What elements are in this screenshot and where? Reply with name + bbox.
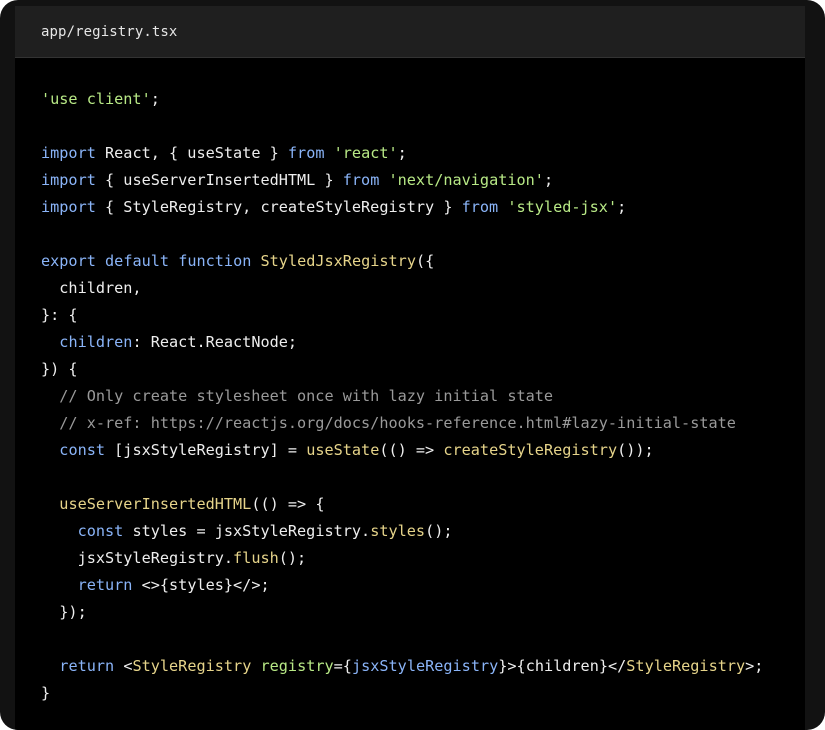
code-token: ; bbox=[617, 198, 627, 216]
code-token: 'next/navigation' bbox=[388, 171, 544, 189]
code-token: return bbox=[77, 576, 133, 594]
code-token: (() => bbox=[379, 441, 444, 459]
code-line: }: { bbox=[41, 302, 763, 329]
code-token: ()); bbox=[617, 441, 654, 459]
file-header: app/registry.tsx bbox=[15, 6, 805, 58]
code-token: from bbox=[461, 198, 499, 216]
code-token: <>{styles}</>; bbox=[132, 576, 270, 594]
code-token: } bbox=[41, 684, 51, 702]
code-token: jsxStyleRegistry. bbox=[41, 549, 234, 567]
code-token: const bbox=[77, 522, 124, 540]
code-token: < bbox=[114, 657, 133, 675]
file-name: app/registry.tsx bbox=[41, 23, 178, 40]
code-line: const [jsxStyleRegistry] = useState(() =… bbox=[41, 437, 763, 464]
code-line: ​ bbox=[41, 626, 763, 653]
code-token: import bbox=[41, 198, 96, 216]
code-line: import React, { useState } from 'react'; bbox=[41, 140, 763, 167]
code-line: children: React.ReactNode; bbox=[41, 329, 763, 356]
code-token: }); bbox=[41, 603, 87, 621]
code-line: useServerInsertedHTML(() => { bbox=[41, 491, 763, 518]
code-token: { StyleRegistry, createStyleRegistry } bbox=[95, 198, 462, 216]
code-line: } bbox=[41, 680, 763, 707]
code-line: return <StyleRegistry registry={jsxStyle… bbox=[41, 653, 763, 680]
code-token: >; bbox=[745, 657, 764, 675]
code-token: jsxStyleRegistry bbox=[351, 657, 499, 675]
code-token: ({ bbox=[415, 252, 435, 270]
code-block[interactable]: 'use client';​import React, { useState }… bbox=[41, 86, 763, 707]
code-line: // Only create stylesheet once with lazy… bbox=[41, 383, 763, 410]
code-token: (() => { bbox=[251, 495, 325, 513]
code-token: const bbox=[59, 441, 106, 459]
code-token: : React.ReactNode; bbox=[132, 333, 298, 351]
code-token: StyleRegistry bbox=[626, 657, 746, 675]
code-token: flush bbox=[233, 549, 279, 567]
code-line: const styles = jsxStyleRegistry.styles()… bbox=[41, 518, 763, 545]
code-line: import { StyleRegistry, createStyleRegis… bbox=[41, 194, 763, 221]
code-line: }); bbox=[41, 599, 763, 626]
code-line: children, bbox=[41, 275, 763, 302]
code-token: ={ bbox=[333, 657, 352, 675]
code-token: registry bbox=[260, 657, 334, 675]
code-token: export bbox=[41, 252, 96, 270]
code-token: function bbox=[178, 252, 252, 270]
code-token: from bbox=[287, 144, 325, 162]
code-line: ​ bbox=[41, 464, 763, 491]
code-token: import bbox=[41, 171, 96, 189]
code-token: from bbox=[342, 171, 380, 189]
code-line: import { useServerInsertedHTML } from 'n… bbox=[41, 167, 763, 194]
code-token: import bbox=[41, 144, 96, 162]
code-token: React, { useState } bbox=[95, 144, 288, 162]
code-token: 'react' bbox=[333, 144, 398, 162]
code-token: useServerInsertedHTML bbox=[59, 495, 252, 513]
code-token: default bbox=[105, 252, 170, 270]
code-token: ; bbox=[543, 171, 554, 189]
code-token: 'styled-jsx' bbox=[507, 198, 618, 216]
code-token: return bbox=[59, 657, 115, 675]
code-token: { useServerInsertedHTML } bbox=[95, 171, 343, 189]
code-token: // x-ref: https://reactjs.org/docs/hooks… bbox=[41, 414, 736, 432]
code-token: [jsxStyleRegistry] = bbox=[105, 441, 307, 459]
code-card: app/registry.tsx 'use client';​import Re… bbox=[0, 0, 825, 730]
code-line: return <>{styles}</>; bbox=[41, 572, 763, 599]
code-token: children, bbox=[41, 279, 142, 297]
code-token: StyleRegistry bbox=[132, 657, 252, 675]
code-window: app/registry.tsx 'use client';​import Re… bbox=[15, 6, 805, 730]
code-line: export default function StyledJsxRegistr… bbox=[41, 248, 763, 275]
code-token: (); bbox=[425, 522, 453, 540]
code-line: jsxStyleRegistry.flush(); bbox=[41, 545, 763, 572]
code-line: }) { bbox=[41, 356, 763, 383]
code-token: createStyleRegistry bbox=[443, 441, 618, 459]
code-token: children bbox=[59, 333, 133, 351]
code-token: ; bbox=[150, 90, 160, 108]
code-line: ​ bbox=[41, 113, 763, 140]
code-line: 'use client'; bbox=[41, 86, 763, 113]
code-token: StyledJsxRegistry bbox=[260, 252, 416, 270]
code-token: 'use client' bbox=[41, 90, 151, 108]
code-token: useState bbox=[306, 441, 380, 459]
code-token: styles = jsxStyleRegistry. bbox=[123, 522, 371, 540]
code-token: }) { bbox=[41, 360, 78, 378]
code-token: }>{children}</ bbox=[498, 657, 627, 675]
code-line: // x-ref: https://reactjs.org/docs/hooks… bbox=[41, 410, 763, 437]
code-token: // Only create stylesheet once with lazy… bbox=[41, 387, 554, 405]
code-token: ; bbox=[397, 144, 407, 162]
code-token: (); bbox=[278, 549, 307, 567]
code-token: styles bbox=[370, 522, 426, 540]
code-line: ​ bbox=[41, 221, 763, 248]
code-token: }: { bbox=[41, 306, 78, 324]
